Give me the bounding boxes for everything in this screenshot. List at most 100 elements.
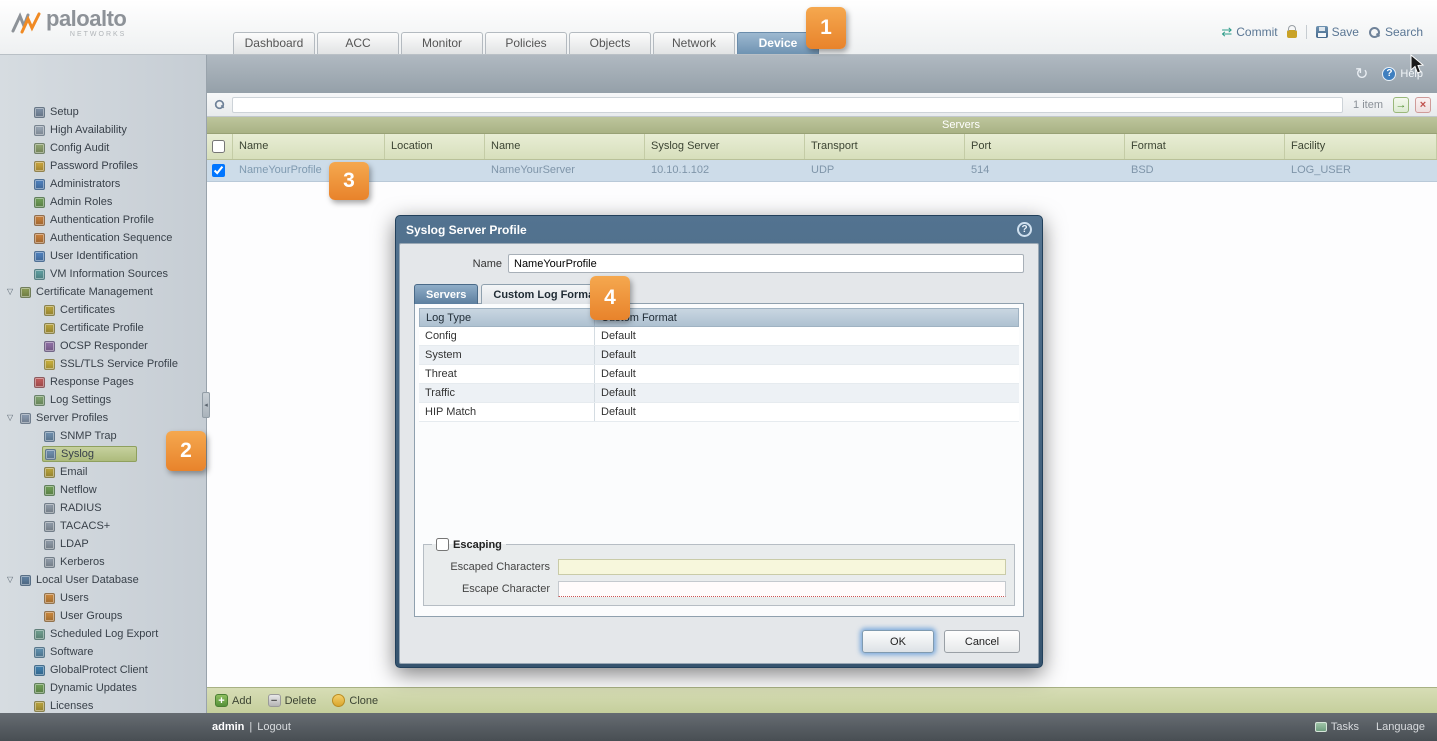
sidebar-item-config-audit[interactable]: Config Audit (0, 139, 206, 157)
sidebar-item-authentication-profile[interactable]: Authentication Profile (0, 211, 206, 229)
tab-dashboard[interactable]: Dashboard (233, 32, 315, 54)
custom-format-cell[interactable]: Default (595, 327, 1019, 345)
column-header-0-name[interactable]: Name (233, 134, 385, 159)
sidebar-item-setup[interactable]: Setup (0, 103, 206, 121)
sidebar-item-server-profiles[interactable]: ▽Server Profiles (0, 409, 206, 427)
sidebar-item-netflow[interactable]: Netflow (0, 481, 206, 499)
custom-format-cell[interactable]: Default (595, 403, 1019, 421)
escaping-checkbox[interactable] (436, 538, 449, 551)
device-sidebar: SetupHigh AvailabilityConfig AuditPasswo… (0, 55, 207, 713)
tasks-button[interactable]: Tasks (1315, 721, 1359, 733)
filter-input[interactable] (232, 97, 1343, 113)
column-header-3-syslog-server[interactable]: Syslog Server (645, 134, 805, 159)
sidebar-item-label: Syslog (61, 448, 94, 460)
sidebar-item-ocsp-responder[interactable]: OCSP Responder (0, 337, 206, 355)
delete-button[interactable]: − Delete (268, 694, 317, 707)
select-all-checkbox[interactable] (212, 140, 225, 153)
ok-button[interactable]: OK (862, 630, 934, 653)
clear-filter-button[interactable]: × (1415, 97, 1431, 113)
sidebar-item-ssl-tls-service-profile[interactable]: SSL/TLS Service Profile (0, 355, 206, 373)
sidebar-item-certificate-profile[interactable]: Certificate Profile (0, 319, 206, 337)
sidebar-item-users[interactable]: Users (0, 589, 206, 607)
column-header-2-name[interactable]: Name (485, 134, 645, 159)
column-header-7-facility[interactable]: Facility (1285, 134, 1437, 159)
sidebar-item-licenses[interactable]: Licenses (0, 697, 206, 713)
logout-link[interactable]: Logout (257, 721, 291, 733)
escaped-characters-input[interactable] (558, 559, 1006, 575)
column-header-4-transport[interactable]: Transport (805, 134, 965, 159)
sidebar-item-label: VM Information Sources (50, 268, 168, 280)
filter-bar: 1 item → × (207, 93, 1437, 117)
sidebar-item-radius[interactable]: RADIUS (0, 499, 206, 517)
sidebar-item-user-groups[interactable]: User Groups (0, 607, 206, 625)
sidebar-item-kerberos[interactable]: Kerberos (0, 553, 206, 571)
tab-policies[interactable]: Policies (485, 32, 567, 54)
sidebar-item-ldap[interactable]: LDAP (0, 535, 206, 553)
search-button[interactable]: Search (1368, 25, 1423, 39)
apply-filter-button[interactable]: → (1393, 97, 1409, 113)
sidebar-item-certificate-management[interactable]: ▽Certificate Management (0, 283, 206, 301)
sidebar-item-label: Netflow (60, 484, 97, 496)
escaping-group: Escaping Escaped Characters Escape Chara… (423, 538, 1015, 606)
custom-format-cell[interactable]: Default (595, 346, 1019, 364)
log-table-row-config[interactable]: ConfigDefault (419, 327, 1019, 346)
expand-arrow-icon[interactable]: ▽ (7, 413, 13, 422)
sidebar-item-user-identification[interactable]: User Identification (0, 247, 206, 265)
table-row[interactable]: NameYourProfile NameYourServer 10.10.1.1… (207, 160, 1437, 182)
sidebar-item-label: Administrators (50, 178, 120, 190)
sidebar-item-response-pages[interactable]: Response Pages (0, 373, 206, 391)
sidebar-splitter[interactable]: ◂ (202, 392, 210, 418)
save-button[interactable]: Save (1316, 25, 1359, 39)
tab-monitor[interactable]: Monitor (401, 32, 483, 54)
tasks-icon (1315, 722, 1327, 732)
sidebar-item-scheduled-log-export[interactable]: Scheduled Log Export (0, 625, 206, 643)
profile-name-input[interactable] (508, 254, 1024, 273)
row-checkbox[interactable] (212, 164, 225, 177)
dialog-tab-servers[interactable]: Servers (414, 284, 478, 304)
language-button[interactable]: Language (1376, 721, 1425, 733)
custom-format-cell[interactable]: Default (595, 365, 1019, 383)
sidebar-item-vm-information-sources[interactable]: VM Information Sources (0, 265, 206, 283)
escape-character-label: Escape Character (432, 583, 550, 595)
collapse-arrow-icon: ◂ (204, 401, 208, 409)
tab-objects[interactable]: Objects (569, 32, 651, 54)
sidebar-item-high-availability[interactable]: High Availability (0, 121, 206, 139)
add-button[interactable]: + Add (215, 694, 252, 707)
sidebar-item-local-user-database[interactable]: ▽Local User Database (0, 571, 206, 589)
sidebar-item-dynamic-updates[interactable]: Dynamic Updates (0, 679, 206, 697)
expand-arrow-icon[interactable]: ▽ (7, 575, 13, 584)
commit-button[interactable]: ⇄ Commit (1221, 25, 1277, 39)
dialog-title-bar[interactable]: Syslog Server Profile ? (399, 216, 1039, 243)
sidebar-item-label: OCSP Responder (60, 340, 148, 352)
tab-network[interactable]: Network (653, 32, 735, 54)
sidebar-item-globalprotect-client[interactable]: GlobalProtect Client (0, 661, 206, 679)
dialog-title: Syslog Server Profile (406, 223, 527, 237)
sidebar-item-certificates[interactable]: Certificates (0, 301, 206, 319)
log-type-cell: Threat (419, 365, 595, 383)
escaped-characters-label: Escaped Characters (432, 561, 550, 573)
refresh-icon[interactable]: ↻ (1355, 64, 1368, 84)
tab-acc[interactable]: ACC (317, 32, 399, 54)
sidebar-item-log-settings[interactable]: Log Settings (0, 391, 206, 409)
sidebar-item-software[interactable]: Software (0, 643, 206, 661)
sidebar-item-password-profiles[interactable]: Password Profiles (0, 157, 206, 175)
log-table-row-traffic[interactable]: TrafficDefault (419, 384, 1019, 403)
cancel-button[interactable]: Cancel (944, 630, 1020, 653)
lock-icon[interactable] (1287, 30, 1297, 38)
column-header-1-location[interactable]: Location (385, 134, 485, 159)
log-table-row-system[interactable]: SystemDefault (419, 346, 1019, 365)
expand-arrow-icon[interactable]: ▽ (7, 287, 13, 296)
escape-character-input[interactable] (558, 581, 1006, 597)
column-header-5-port[interactable]: Port (965, 134, 1125, 159)
sidebar-item-tacacs[interactable]: TACACS+ (0, 517, 206, 535)
custom-format-cell[interactable]: Default (595, 384, 1019, 402)
clone-button[interactable]: Clone (332, 694, 378, 707)
column-header-6-format[interactable]: Format (1125, 134, 1285, 159)
sidebar-item-authentication-sequence[interactable]: Authentication Sequence (0, 229, 206, 247)
log-table-row-hip-match[interactable]: HIP MatchDefault (419, 403, 1019, 422)
log-table-row-threat[interactable]: ThreatDefault (419, 365, 1019, 384)
sidebar-item-admin-roles[interactable]: Admin Roles (0, 193, 206, 211)
sidebar-item-label: Certificates (60, 304, 115, 316)
sidebar-item-administrators[interactable]: Administrators (0, 175, 206, 193)
dialog-help-icon[interactable]: ? (1017, 222, 1032, 237)
